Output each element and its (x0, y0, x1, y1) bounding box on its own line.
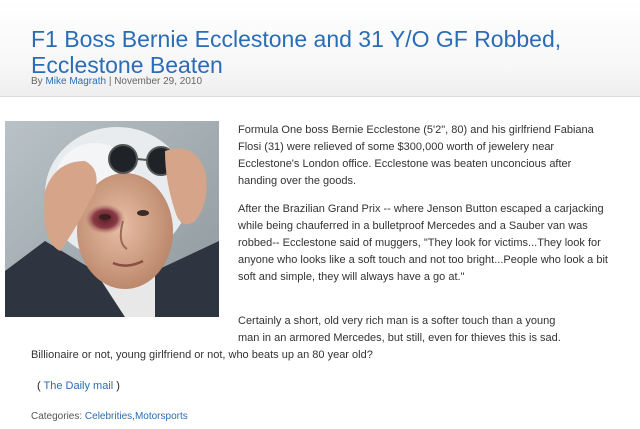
paragraph-2: After the Brazilian Grand Prix -- where … (238, 203, 608, 283)
post-content: Formula One boss Bernie Ecclestone (5'2"… (0, 97, 640, 429)
post-header: F1 Boss Bernie Ecclestone and 31 Y/O GF … (0, 0, 640, 97)
category-link-celebrities[interactable]: Celebrities (85, 411, 132, 422)
byline-separator: | (108, 76, 112, 87)
post-title[interactable]: F1 Boss Bernie Ecclestone and 31 Y/O GF … (31, 26, 621, 78)
paragraph-3-line-3: Billionaire or not, young girlfriend or … (31, 349, 373, 361)
post-date: November 29, 2010 (114, 76, 203, 87)
ecclestone-photo (5, 121, 219, 317)
post-photo (5, 121, 219, 317)
byline: By Mike Magrath | November 29, 2010 (31, 76, 202, 87)
paragraph-3-line-2: man in an armored Mercedes, but still, e… (238, 332, 561, 344)
categories: Categories: Celebrities,Motorsports (31, 411, 188, 422)
source: ( The Daily mail ) (37, 380, 120, 392)
byline-prefix: By (31, 76, 43, 87)
author-link[interactable]: Mike Magrath (45, 76, 106, 87)
source-link[interactable]: The Daily mail (44, 380, 114, 392)
paragraph-1: Formula One boss Bernie Ecclestone (5'2"… (238, 124, 594, 187)
categories-label: Categories: (31, 411, 83, 422)
source-close-paren: ) (116, 380, 120, 392)
paragraph-3-line-1: Certainly a short, old very rich man is … (238, 315, 556, 327)
category-link-motorsports[interactable]: Motorsports (135, 411, 188, 422)
source-open-paren: ( (37, 380, 41, 392)
